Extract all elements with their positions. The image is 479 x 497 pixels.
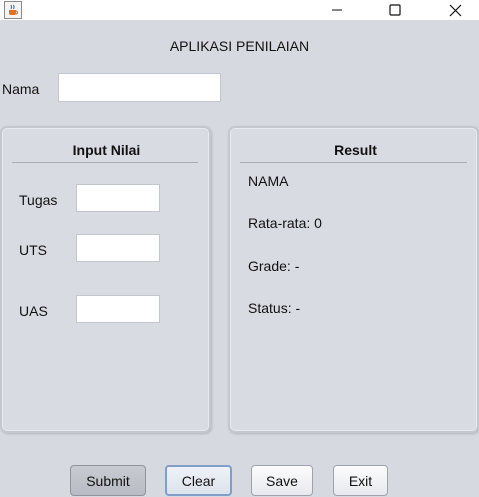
input-nilai-divider — [12, 162, 198, 163]
input-nilai-panel: Input Nilai Tugas UTS UAS — [0, 126, 211, 433]
input-nilai-title: Input Nilai — [72, 142, 141, 158]
java-cup-icon[interactable] — [4, 1, 22, 19]
tugas-input[interactable] — [76, 184, 160, 212]
uas-input[interactable] — [76, 295, 160, 323]
tugas-label: Tugas — [19, 192, 58, 208]
app-title: APLIKASI PENILAIAN — [169, 38, 310, 54]
result-rata-rata: Rata-rata: 0 — [248, 215, 322, 231]
uts-input[interactable] — [76, 234, 160, 262]
result-grade: Grade: - — [248, 258, 300, 274]
result-panel: Result NAMA Rata-rata: 0 Grade: - Status… — [228, 126, 479, 433]
clear-button[interactable]: Clear — [165, 465, 232, 496]
result-divider — [240, 162, 467, 163]
minimize-icon[interactable] — [314, 0, 360, 20]
nama-input[interactable] — [58, 73, 221, 102]
window-titlebar — [0, 0, 479, 20]
result-status: Status: - — [248, 300, 301, 316]
save-button[interactable]: Save — [251, 465, 313, 496]
submit-button[interactable]: Submit — [70, 465, 146, 496]
close-icon[interactable] — [432, 0, 478, 20]
uas-label: UAS — [19, 303, 48, 319]
uts-label: UTS — [19, 242, 47, 258]
result-title: Result — [334, 142, 377, 158]
maximize-icon[interactable] — [372, 0, 418, 20]
result-nama: NAMA — [248, 173, 289, 189]
exit-button[interactable]: Exit — [333, 465, 388, 496]
nama-label: Nama — [2, 81, 40, 97]
